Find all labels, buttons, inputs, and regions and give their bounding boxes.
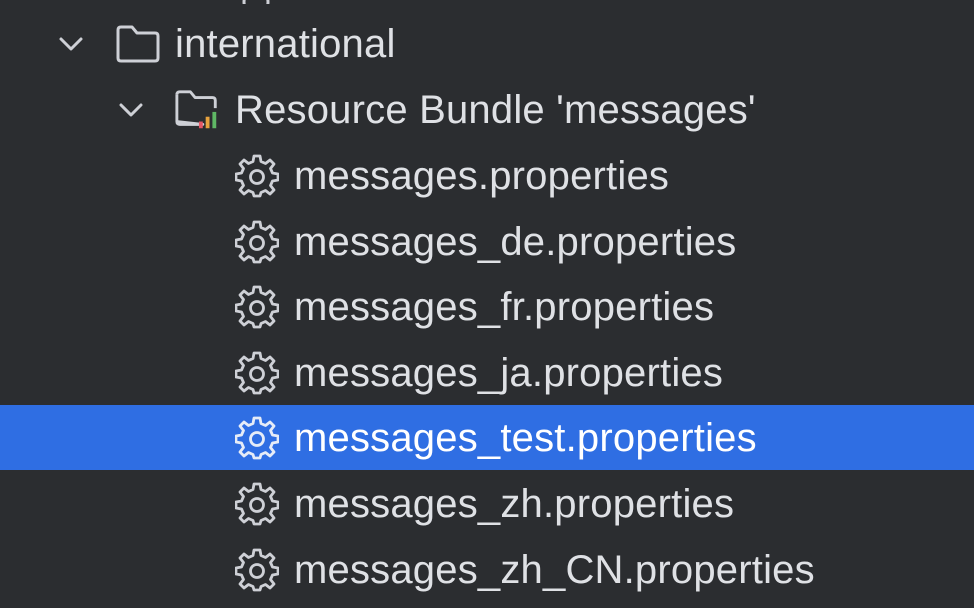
tree-item-label: messages_zh.properties [294, 481, 735, 526]
tree-item-messages-zh-properties[interactable]: messages_zh.properties [0, 471, 974, 536]
tree-item-messages-fr-properties[interactable]: messages_fr.properties [0, 274, 974, 339]
tree-item-label: messages_de.properties [294, 219, 737, 264]
tree-item-label: messages_test.properties [294, 415, 757, 460]
gear-icon [233, 218, 281, 266]
gear-icon [233, 414, 281, 462]
tree-item-messages-test-properties[interactable]: messages_test.properties [0, 405, 974, 470]
tree-item-messages-ja-properties[interactable]: messages_ja.properties [0, 340, 974, 405]
project-tree: international Resource Bundle 'messages' [0, 0, 974, 608]
tree-item-messages-zh-cn-properties[interactable]: messages_zh_CN.properties [0, 537, 974, 602]
tree-item-label: Resource Bundle 'messages' [235, 87, 756, 132]
gear-icon [233, 546, 281, 594]
folder-icon [114, 20, 162, 68]
gear-icon [236, 0, 276, 4]
tree-item-label: international [175, 21, 396, 66]
gear-icon [233, 283, 281, 331]
gear-icon [233, 152, 281, 200]
gear-icon [233, 349, 281, 397]
tree-item-international[interactable]: international [0, 11, 974, 76]
tree-item-messages-properties[interactable]: messages.properties [0, 143, 974, 208]
tree-item-messages-de-properties[interactable]: messages_de.properties [0, 209, 974, 274]
chevron-down-icon[interactable] [54, 27, 88, 61]
resource-bundle-icon [174, 86, 222, 134]
chevron-down-icon[interactable] [114, 93, 148, 127]
tree-item-label: messages_fr.properties [294, 284, 715, 329]
gear-icon [233, 480, 281, 528]
tree-item-label: messages_zh_CN.properties [294, 547, 815, 592]
tree-item-label: messages_ja.properties [294, 350, 724, 395]
tree-item-resource-bundle[interactable]: Resource Bundle 'messages' [0, 77, 974, 142]
tree-item-label: messages.properties [294, 153, 670, 198]
